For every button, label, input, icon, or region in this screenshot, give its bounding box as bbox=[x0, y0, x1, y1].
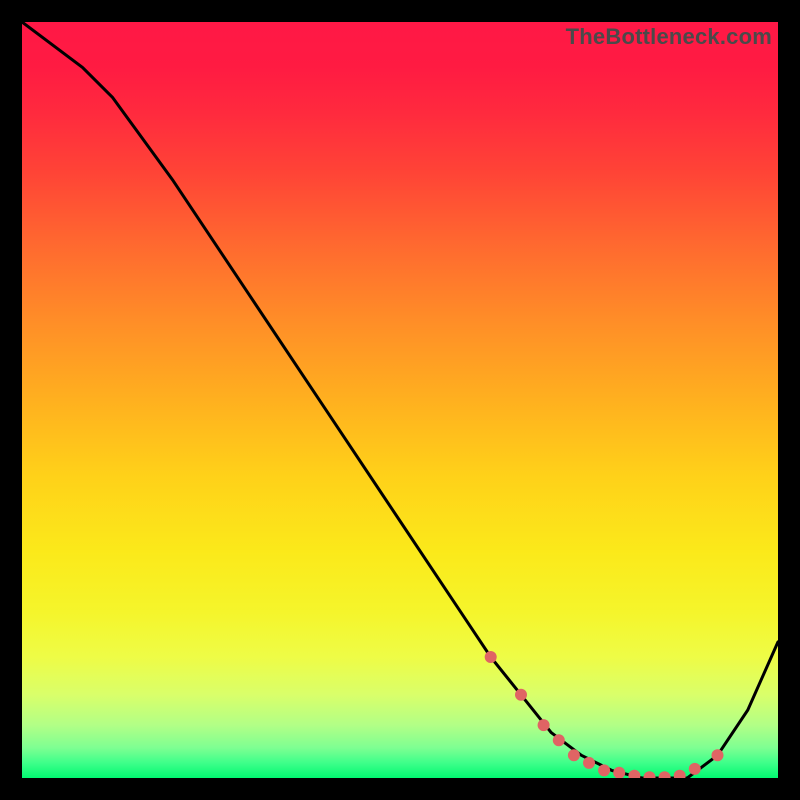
bottleneck-curve bbox=[22, 22, 778, 778]
chart-frame: TheBottleneck.com bbox=[0, 0, 800, 800]
marker-dot bbox=[485, 651, 497, 663]
marker-dot bbox=[659, 771, 671, 778]
marker-dot bbox=[628, 770, 640, 778]
chart-svg bbox=[22, 22, 778, 778]
marker-dot bbox=[515, 689, 527, 701]
marker-dot bbox=[598, 764, 610, 776]
plot-area: TheBottleneck.com bbox=[22, 22, 778, 778]
marker-dot bbox=[568, 749, 580, 761]
bottleneck-curve-path bbox=[22, 22, 778, 778]
marker-dot bbox=[583, 757, 595, 769]
watermark-text: TheBottleneck.com bbox=[566, 24, 772, 50]
optimal-range-markers bbox=[485, 651, 724, 778]
marker-dot bbox=[538, 719, 550, 731]
marker-dot bbox=[613, 767, 625, 778]
marker-dot bbox=[689, 763, 701, 775]
marker-dot bbox=[674, 770, 686, 778]
marker-dot bbox=[553, 734, 565, 746]
marker-dot bbox=[644, 771, 656, 778]
marker-dot bbox=[712, 749, 724, 761]
